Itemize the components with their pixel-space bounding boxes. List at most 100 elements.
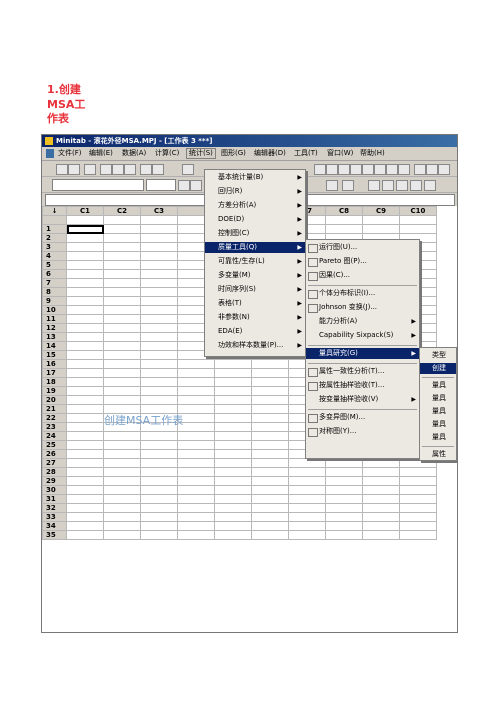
cell[interactable] <box>103 476 141 486</box>
session-icon[interactable] <box>326 164 338 175</box>
text-tool-icon[interactable] <box>382 180 394 191</box>
cell[interactable] <box>399 503 437 513</box>
cell[interactable] <box>251 422 289 432</box>
cell[interactable] <box>140 341 178 351</box>
gage-menu-item-1[interactable]: 创建 <box>420 363 456 374</box>
cell[interactable] <box>288 494 326 504</box>
cell[interactable] <box>103 440 141 450</box>
cell[interactable] <box>214 422 252 432</box>
name-row-label[interactable] <box>42 215 67 225</box>
gage-menu-item-7[interactable]: 属性 <box>420 449 456 460</box>
gage-menu-item-4[interactable]: 量具 <box>420 406 456 417</box>
cell[interactable] <box>103 512 141 522</box>
cell[interactable] <box>66 296 104 306</box>
column-name-cell[interactable] <box>399 215 437 225</box>
cell[interactable] <box>251 440 289 450</box>
cell[interactable] <box>362 494 400 504</box>
cell[interactable] <box>362 485 400 495</box>
column-header[interactable]: C1 <box>66 206 104 216</box>
cell[interactable] <box>140 224 178 234</box>
cell[interactable] <box>66 341 104 351</box>
row-header[interactable]: 4 <box>42 251 67 261</box>
cell[interactable] <box>251 521 289 531</box>
cell[interactable] <box>214 449 252 459</box>
related-docs-icon[interactable] <box>398 164 410 175</box>
cell[interactable] <box>251 395 289 405</box>
gage-menu-item-0[interactable]: 类型 <box>420 350 456 361</box>
quality-menu-item-5[interactable]: 能力分析(A) ▶ <box>306 316 419 327</box>
cell[interactable] <box>140 323 178 333</box>
cell[interactable] <box>177 530 215 540</box>
cell[interactable] <box>103 386 141 396</box>
graph-folder-icon[interactable] <box>374 164 386 175</box>
column-header[interactable]: C2 <box>103 206 141 216</box>
cell[interactable] <box>251 431 289 441</box>
cell[interactable] <box>66 377 104 387</box>
cell[interactable] <box>66 332 104 342</box>
row-header[interactable]: 16 <box>42 359 67 369</box>
cell[interactable] <box>214 485 252 495</box>
cell[interactable] <box>103 269 141 279</box>
cell[interactable] <box>399 467 437 477</box>
cell[interactable] <box>177 431 215 441</box>
quality-menu-item-10[interactable]: 按变量抽样验收(V) ▶ <box>306 394 419 405</box>
cell[interactable] <box>103 296 141 306</box>
cell[interactable] <box>399 512 437 522</box>
cell[interactable] <box>140 368 178 378</box>
row-header[interactable]: 12 <box>42 323 67 333</box>
cell[interactable] <box>140 305 178 315</box>
cell[interactable] <box>214 404 252 414</box>
cell[interactable] <box>214 503 252 513</box>
cell[interactable] <box>325 485 363 495</box>
column-header[interactable]: C3 <box>140 206 178 216</box>
cell[interactable] <box>362 503 400 513</box>
row-header[interactable]: 3 <box>42 242 67 252</box>
cell[interactable] <box>103 287 141 297</box>
cell[interactable] <box>214 368 252 378</box>
cell[interactable] <box>325 458 363 468</box>
column-name-cell[interactable] <box>362 215 400 225</box>
cell[interactable] <box>288 458 326 468</box>
cell[interactable] <box>140 350 178 360</box>
cell[interactable] <box>66 440 104 450</box>
column-name-cell[interactable] <box>140 215 178 225</box>
cell[interactable] <box>140 395 178 405</box>
cell[interactable] <box>66 386 104 396</box>
save-icon[interactable] <box>68 164 80 175</box>
cell[interactable] <box>140 233 178 243</box>
cell[interactable] <box>362 467 400 477</box>
row-header[interactable]: 29 <box>42 476 67 486</box>
row-header[interactable]: 8 <box>42 287 67 297</box>
cell[interactable] <box>103 350 141 360</box>
cell[interactable] <box>103 521 141 531</box>
cell[interactable] <box>214 377 252 387</box>
cell[interactable] <box>399 485 437 495</box>
cell[interactable] <box>399 224 437 234</box>
cell[interactable] <box>103 251 141 261</box>
cell[interactable] <box>325 494 363 504</box>
cell[interactable] <box>140 530 178 540</box>
column-name-cell[interactable] <box>66 215 104 225</box>
cell[interactable] <box>177 368 215 378</box>
cell[interactable] <box>140 296 178 306</box>
cut-icon[interactable] <box>100 164 112 175</box>
paste-icon[interactable] <box>124 164 136 175</box>
row-header[interactable]: 30 <box>42 485 67 495</box>
cell[interactable] <box>399 521 437 531</box>
cell[interactable] <box>140 269 178 279</box>
row-header[interactable]: 32 <box>42 503 67 513</box>
cell[interactable] <box>214 413 252 423</box>
row-header[interactable]: 2 <box>42 233 67 243</box>
stat-menu-item-11[interactable]: EDA(E) ▶ <box>205 326 305 337</box>
cell[interactable] <box>103 503 141 513</box>
cell[interactable] <box>362 476 400 486</box>
stat-menu-item-1[interactable]: 回归(R) ▶ <box>205 186 305 197</box>
ellipse-tool-icon[interactable] <box>410 180 422 191</box>
cell[interactable] <box>103 341 141 351</box>
stat-menu-item-9[interactable]: 表格(T) ▶ <box>205 298 305 309</box>
column-header[interactable]: C10 <box>399 206 437 216</box>
cell[interactable] <box>214 467 252 477</box>
cell[interactable] <box>66 503 104 513</box>
cell[interactable] <box>399 494 437 504</box>
cell[interactable] <box>325 521 363 531</box>
